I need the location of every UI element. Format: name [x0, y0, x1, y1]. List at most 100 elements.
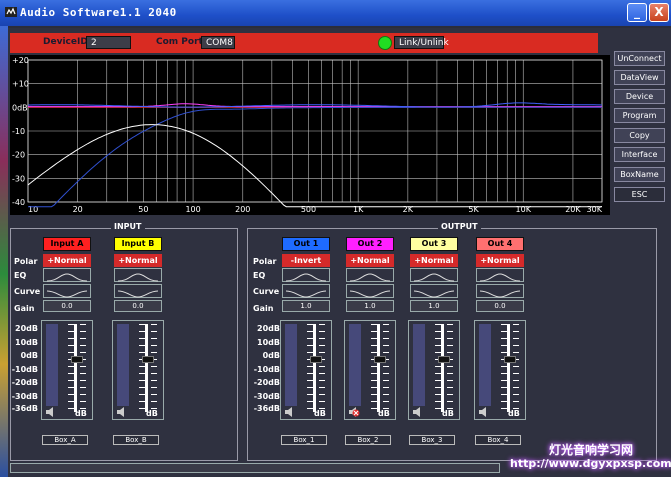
- desktop-edge: [0, 26, 8, 477]
- channel-name-out-2[interactable]: Out 2: [346, 237, 394, 251]
- device-status-bar: DeviceID: 2 Com Port: COM8 Link/Unlink: [10, 33, 598, 53]
- menu-interface-button[interactable]: Interface: [614, 147, 665, 162]
- fader-track[interactable]: [377, 324, 380, 412]
- level-panel-out-4: dB: [474, 320, 531, 420]
- db-unit-label: dB: [378, 409, 390, 418]
- eq-button-out-3[interactable]: [410, 268, 458, 282]
- polar-toggle-input-b[interactable]: +Normal: [114, 254, 162, 267]
- db-unit-label: dB: [442, 409, 454, 418]
- x-tick-label: 100: [185, 205, 200, 214]
- polar-toggle-out-4[interactable]: +Normal: [476, 254, 524, 267]
- channel-name-input-b[interactable]: Input B: [114, 237, 162, 251]
- gain-field-input-a[interactable]: 0.0: [43, 300, 91, 312]
- curve-button-out-1[interactable]: [282, 284, 330, 298]
- eq-curve-icon: [349, 273, 391, 282]
- channel-name-out-4[interactable]: Out 4: [476, 237, 524, 251]
- row-label-eq: EQ: [253, 271, 266, 280]
- fader-handle[interactable]: [71, 356, 83, 363]
- app-icon: [5, 7, 17, 17]
- speaker-icon[interactable]: [45, 407, 57, 417]
- eq-button-out-2[interactable]: [346, 268, 394, 282]
- eq-curve-icon: [46, 273, 88, 282]
- polar-toggle-out-2[interactable]: +Normal: [346, 254, 394, 267]
- channel-name-out-3[interactable]: Out 3: [410, 237, 458, 251]
- minimize-button[interactable]: _: [627, 3, 647, 22]
- box-name-out-2[interactable]: Box_2: [345, 435, 391, 445]
- speaker-icon[interactable]: [284, 407, 296, 417]
- fader-track[interactable]: [441, 324, 444, 412]
- curve-button-input-b[interactable]: [114, 284, 162, 298]
- polar-toggle-out-3[interactable]: +Normal: [410, 254, 458, 267]
- gain-field-input-b[interactable]: 0.0: [114, 300, 162, 312]
- y-tick-label: +20: [12, 56, 29, 65]
- com-port-field[interactable]: COM8: [201, 36, 235, 49]
- db-scale-label: -20dB: [253, 378, 280, 387]
- box-name-out-3[interactable]: Box_3: [409, 435, 455, 445]
- level-panel-input-a: dB: [41, 320, 98, 420]
- fader-handle[interactable]: [142, 356, 154, 363]
- menu-unconnect-button[interactable]: UnConnect: [614, 51, 665, 66]
- db-scale-label: 10dB: [15, 338, 38, 347]
- polar-toggle-input-a[interactable]: +Normal: [43, 254, 91, 267]
- menu-dataview-button[interactable]: DataView: [614, 70, 665, 85]
- speaker-icon[interactable]: [478, 407, 490, 417]
- fader-handle[interactable]: [504, 356, 516, 363]
- fader-track[interactable]: [74, 324, 77, 412]
- speaker-icon[interactable]: [412, 407, 424, 417]
- gain-field-out-1[interactable]: 1.0: [282, 300, 330, 312]
- box-name-out-4[interactable]: Box_4: [475, 435, 521, 445]
- fader-handle[interactable]: [438, 356, 450, 363]
- menu-boxname-button[interactable]: BoxName: [614, 167, 665, 182]
- fader-track[interactable]: [145, 324, 148, 412]
- eq-button-out-1[interactable]: [282, 268, 330, 282]
- crossover-curve-icon: [479, 290, 521, 298]
- db-scale-label: 0dB: [20, 351, 38, 360]
- y-tick-label: 0dB: [12, 103, 28, 112]
- gain-field-out-4[interactable]: 0.0: [476, 300, 524, 312]
- eq-button-input-a[interactable]: [43, 268, 91, 282]
- speaker-icon[interactable]: [116, 407, 128, 417]
- fader-track[interactable]: [507, 324, 510, 412]
- window-title: Audio Software1.1 2040: [20, 6, 177, 19]
- channel-name-out-1[interactable]: Out 1: [282, 237, 330, 251]
- db-scale-label: -36dB: [11, 404, 38, 413]
- box-name-input-b[interactable]: Box_B: [113, 435, 159, 445]
- row-label-polar: Polar: [14, 257, 38, 266]
- eq-button-out-4[interactable]: [476, 268, 524, 282]
- eq-response-graph[interactable]: +20 +10 0dB -10 -20 -30 -40 10 20 50 100 200 500 1K 2K…: [10, 55, 610, 215]
- com-port-label: Com Port:: [156, 37, 207, 47]
- curve-button-input-a[interactable]: [43, 284, 91, 298]
- fader-handle[interactable]: [374, 356, 386, 363]
- db-scale-label: 10dB: [257, 338, 280, 347]
- gain-field-out-2[interactable]: 1.0: [346, 300, 394, 312]
- curve-button-out-2[interactable]: [346, 284, 394, 298]
- curve-button-out-3[interactable]: [410, 284, 458, 298]
- box-name-input-a[interactable]: Box_A: [42, 435, 88, 445]
- title-bar[interactable]: Audio Software1.1 2040 _ X: [0, 0, 671, 26]
- menu-program-button[interactable]: Program: [614, 108, 665, 123]
- menu-copy-button[interactable]: Copy: [614, 128, 665, 143]
- gain-field-out-3[interactable]: 1.0: [410, 300, 458, 312]
- db-scale-label: -36dB: [253, 404, 280, 413]
- polar-toggle-out-1[interactable]: -Invert: [282, 254, 330, 267]
- device-id-field[interactable]: 2: [86, 36, 131, 49]
- speaker-muted-icon[interactable]: [348, 407, 360, 417]
- link-status-led-icon: [378, 36, 392, 50]
- eq-button-input-b[interactable]: [114, 268, 162, 282]
- box-name-out-1[interactable]: Box_1: [281, 435, 327, 445]
- fader-handle[interactable]: [310, 356, 322, 363]
- close-button[interactable]: X: [649, 3, 669, 22]
- x-tick-label: 50: [138, 205, 148, 214]
- eq-graph-svg: +20+100dB-10-20-30-4010 20 50 100 200 500 1K 2K…: [12, 56, 603, 214]
- crossover-curve-icon: [46, 290, 88, 298]
- fader-scale: [513, 324, 531, 412]
- menu-esc-button[interactable]: ESC: [614, 187, 665, 202]
- watermark-title: 灯光音响学习网: [549, 443, 634, 457]
- fader-track[interactable]: [313, 324, 316, 412]
- curve-button-out-4[interactable]: [476, 284, 524, 298]
- horizontal-scrollbar[interactable]: [10, 463, 500, 473]
- channel-name-input-a[interactable]: Input A: [43, 237, 91, 251]
- link-unlink-button[interactable]: Link/Unlink: [394, 36, 449, 49]
- db-scale-label: -30dB: [253, 392, 280, 401]
- menu-device-button[interactable]: Device: [614, 89, 665, 104]
